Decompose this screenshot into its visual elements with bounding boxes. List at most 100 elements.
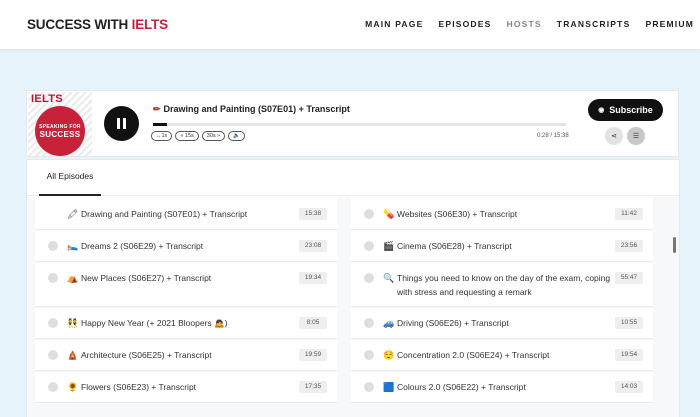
episode-duration: 19:34 [299, 272, 327, 284]
play-icon[interactable] [364, 273, 374, 283]
episode-duration: 19:59 [299, 349, 327, 361]
episode-title: New Places (S06E27) + Transcript [81, 273, 212, 283]
pencil-icon: ✏ [153, 104, 161, 114]
now-playing-title-text: Drawing and Painting (S07E01) + Transcri… [163, 104, 350, 114]
subscribe-button[interactable]: ◉ Subscribe [588, 99, 663, 121]
play-icon[interactable] [364, 350, 374, 360]
cover-ielts-label: IELTS [31, 93, 63, 105]
play-icon[interactable] [364, 241, 374, 251]
episode-title: Things you need to know on the day of th… [397, 273, 611, 283]
episode-duration: 15:38 [299, 208, 327, 220]
episode-row[interactable]: 🖍 Drawing and Painting (S07E01) + Transc… [35, 197, 337, 230]
episode-duration: 23:56 [615, 240, 643, 252]
episode-icon: 🔍 [383, 273, 395, 283]
play-icon[interactable] [48, 350, 58, 360]
episode-title: Flowers (S06E23) + Transcript [81, 382, 197, 392]
now-playing-title: ✏ Drawing and Painting (S07E01) + Transcr… [153, 104, 350, 115]
episode-title: Websites (S06E30) + Transcript [397, 209, 518, 219]
main-nav: MAIN PAGE EPISODES HOSTS TRANSCRIPTS PRE… [365, 19, 694, 29]
rss-icon: ◉ [598, 107, 605, 114]
site-logo[interactable]: SUCCESS WITH IELTS [27, 17, 168, 32]
pause-icon [117, 118, 120, 129]
playlist-button[interactable]: ☰ [627, 127, 645, 145]
episode-row[interactable]: 🚙 Driving (S06E26) + Transcript 10:55 [351, 308, 653, 339]
play-icon[interactable] [48, 382, 58, 392]
episode-row[interactable]: 😌 Concentration 2.0 (S06E24) + Transcrip… [351, 340, 653, 371]
episode-title: Driving (S06E26) + Transcript [397, 318, 509, 328]
episode-title: Architecture (S06E25) + Transcript [81, 350, 212, 360]
share-icon: ⋖ [611, 133, 617, 140]
episode-icon: 🛌 [67, 241, 79, 251]
episode-row[interactable]: 🌻 Flowers (S06E23) + Transcript 17:35 [35, 372, 337, 403]
episode-icon: 🛕 [67, 350, 79, 360]
player-controls: ↔1x « 15s 30s » 🔈 [151, 131, 246, 141]
episode-duration: 14:03 [615, 381, 643, 393]
nav-main-page[interactable]: MAIN PAGE [365, 19, 423, 29]
episode-icon: 🎬 [383, 241, 395, 251]
episode-icon: 🌻 [67, 382, 79, 392]
play-icon[interactable] [48, 273, 58, 283]
forward-button[interactable]: 30s » [201, 131, 226, 141]
audio-player: IELTS SPEAKING FOR SUCCESS ✏ Drawing and … [26, 90, 679, 157]
rewind-button[interactable]: « 15s [175, 131, 199, 141]
nav-hosts[interactable]: HOSTS [507, 19, 542, 29]
play-icon[interactable] [364, 318, 374, 328]
speaker-icon: 🔈 [233, 133, 241, 139]
episode-title: Concentration 2.0 (S06E24) + Transcript [397, 350, 550, 360]
episode-icon: 🖍 [67, 209, 79, 219]
pause-button[interactable] [104, 106, 139, 141]
site-header: SUCCESS WITH IELTS MAIN PAGE EPISODES HO… [0, 0, 700, 50]
episodes-tabbar: All Episodes [27, 160, 679, 196]
play-icon[interactable] [364, 382, 374, 392]
episode-duration: 8:05 [299, 317, 327, 329]
logo-prefix: SUCCESS WITH [27, 17, 132, 32]
podcast-cover: IELTS SPEAKING FOR SUCCESS [28, 92, 92, 156]
episode-row[interactable]: 🛌 Dreams 2 (S06E29) + Transcript 23:08 [35, 231, 337, 262]
episode-title: Happy New Year (+ 2021 Bloopers 🙇) [81, 318, 228, 328]
total-duration: 15:38 [553, 133, 569, 139]
episode-row[interactable]: 🔍 Things you need to know on the day of … [351, 263, 653, 307]
play-icon[interactable] [48, 241, 58, 251]
list-icon: ☰ [632, 133, 640, 140]
time-display: 0:28 / 15:38 [537, 133, 569, 139]
progress-bar[interactable] [153, 123, 566, 126]
nav-episodes[interactable]: EPISODES [438, 19, 491, 29]
episode-duration: 19:54 [615, 349, 643, 361]
episode-title: Dreams 2 (S06E29) + Transcript [81, 241, 204, 251]
episode-icon: 🟦 [383, 382, 395, 392]
tab-all-episodes[interactable]: All Episodes [39, 160, 101, 196]
episode-title-line2: with stress and requesting a remark [397, 287, 532, 297]
speed-button[interactable]: ↔1x [151, 131, 173, 141]
episode-row[interactable]: 🎬 Cinema (S06E28) + Transcript 23:56 [351, 231, 653, 262]
episodes-panel: All Episodes 🖍 Drawing and Painting (S07… [26, 159, 680, 417]
episode-icon: 🚙 [383, 318, 395, 328]
list-scrollbar[interactable] [673, 237, 676, 253]
share-button[interactable]: ⋖ [605, 127, 623, 145]
nav-premium[interactable]: PREMIUM [645, 19, 694, 29]
episode-row[interactable]: 👯 Happy New Year (+ 2021 Bloopers 🙇) 8:0… [35, 308, 337, 339]
episode-list: 🖍 Drawing and Painting (S07E01) + Transc… [27, 197, 679, 417]
nav-transcripts[interactable]: TRANSCRIPTS [557, 19, 631, 29]
episode-title: Colours 2.0 (S06E22) + Transcript [397, 382, 526, 392]
episode-title: Drawing and Painting (S07E01) + Transcri… [81, 209, 248, 219]
episode-title: Cinema (S06E28) + Transcript [397, 241, 512, 251]
episode-duration: 23:08 [299, 240, 327, 252]
episode-duration: 10:55 [615, 317, 643, 329]
episode-row[interactable]: 💊 Websites (S06E30) + Transcript 11:42 [351, 197, 653, 230]
episode-icon: 👯 [67, 318, 79, 328]
progress-fill [153, 123, 168, 126]
volume-button[interactable]: 🔈 [228, 131, 246, 141]
episode-icon: ⛺ [67, 273, 79, 283]
cover-badge: SPEAKING FOR SUCCESS [35, 106, 85, 156]
episode-icon: 😌 [383, 350, 395, 360]
episode-row[interactable]: 🛕 Architecture (S06E25) + Transcript 19:… [35, 340, 337, 371]
episode-row[interactable]: ⛺ New Places (S06E27) + Transcript 19:34 [35, 263, 337, 307]
episode-row[interactable]: 🟦 Colours 2.0 (S06E22) + Transcript 14:0… [351, 372, 653, 403]
play-icon[interactable] [364, 209, 374, 219]
play-icon[interactable] [48, 318, 58, 328]
cover-success: SUCCESS [39, 129, 81, 139]
episode-duration: 17:35 [299, 381, 327, 393]
episode-duration: 55:47 [615, 272, 643, 284]
current-time: 0:28 [537, 133, 549, 139]
episode-duration: 11:42 [615, 208, 643, 220]
